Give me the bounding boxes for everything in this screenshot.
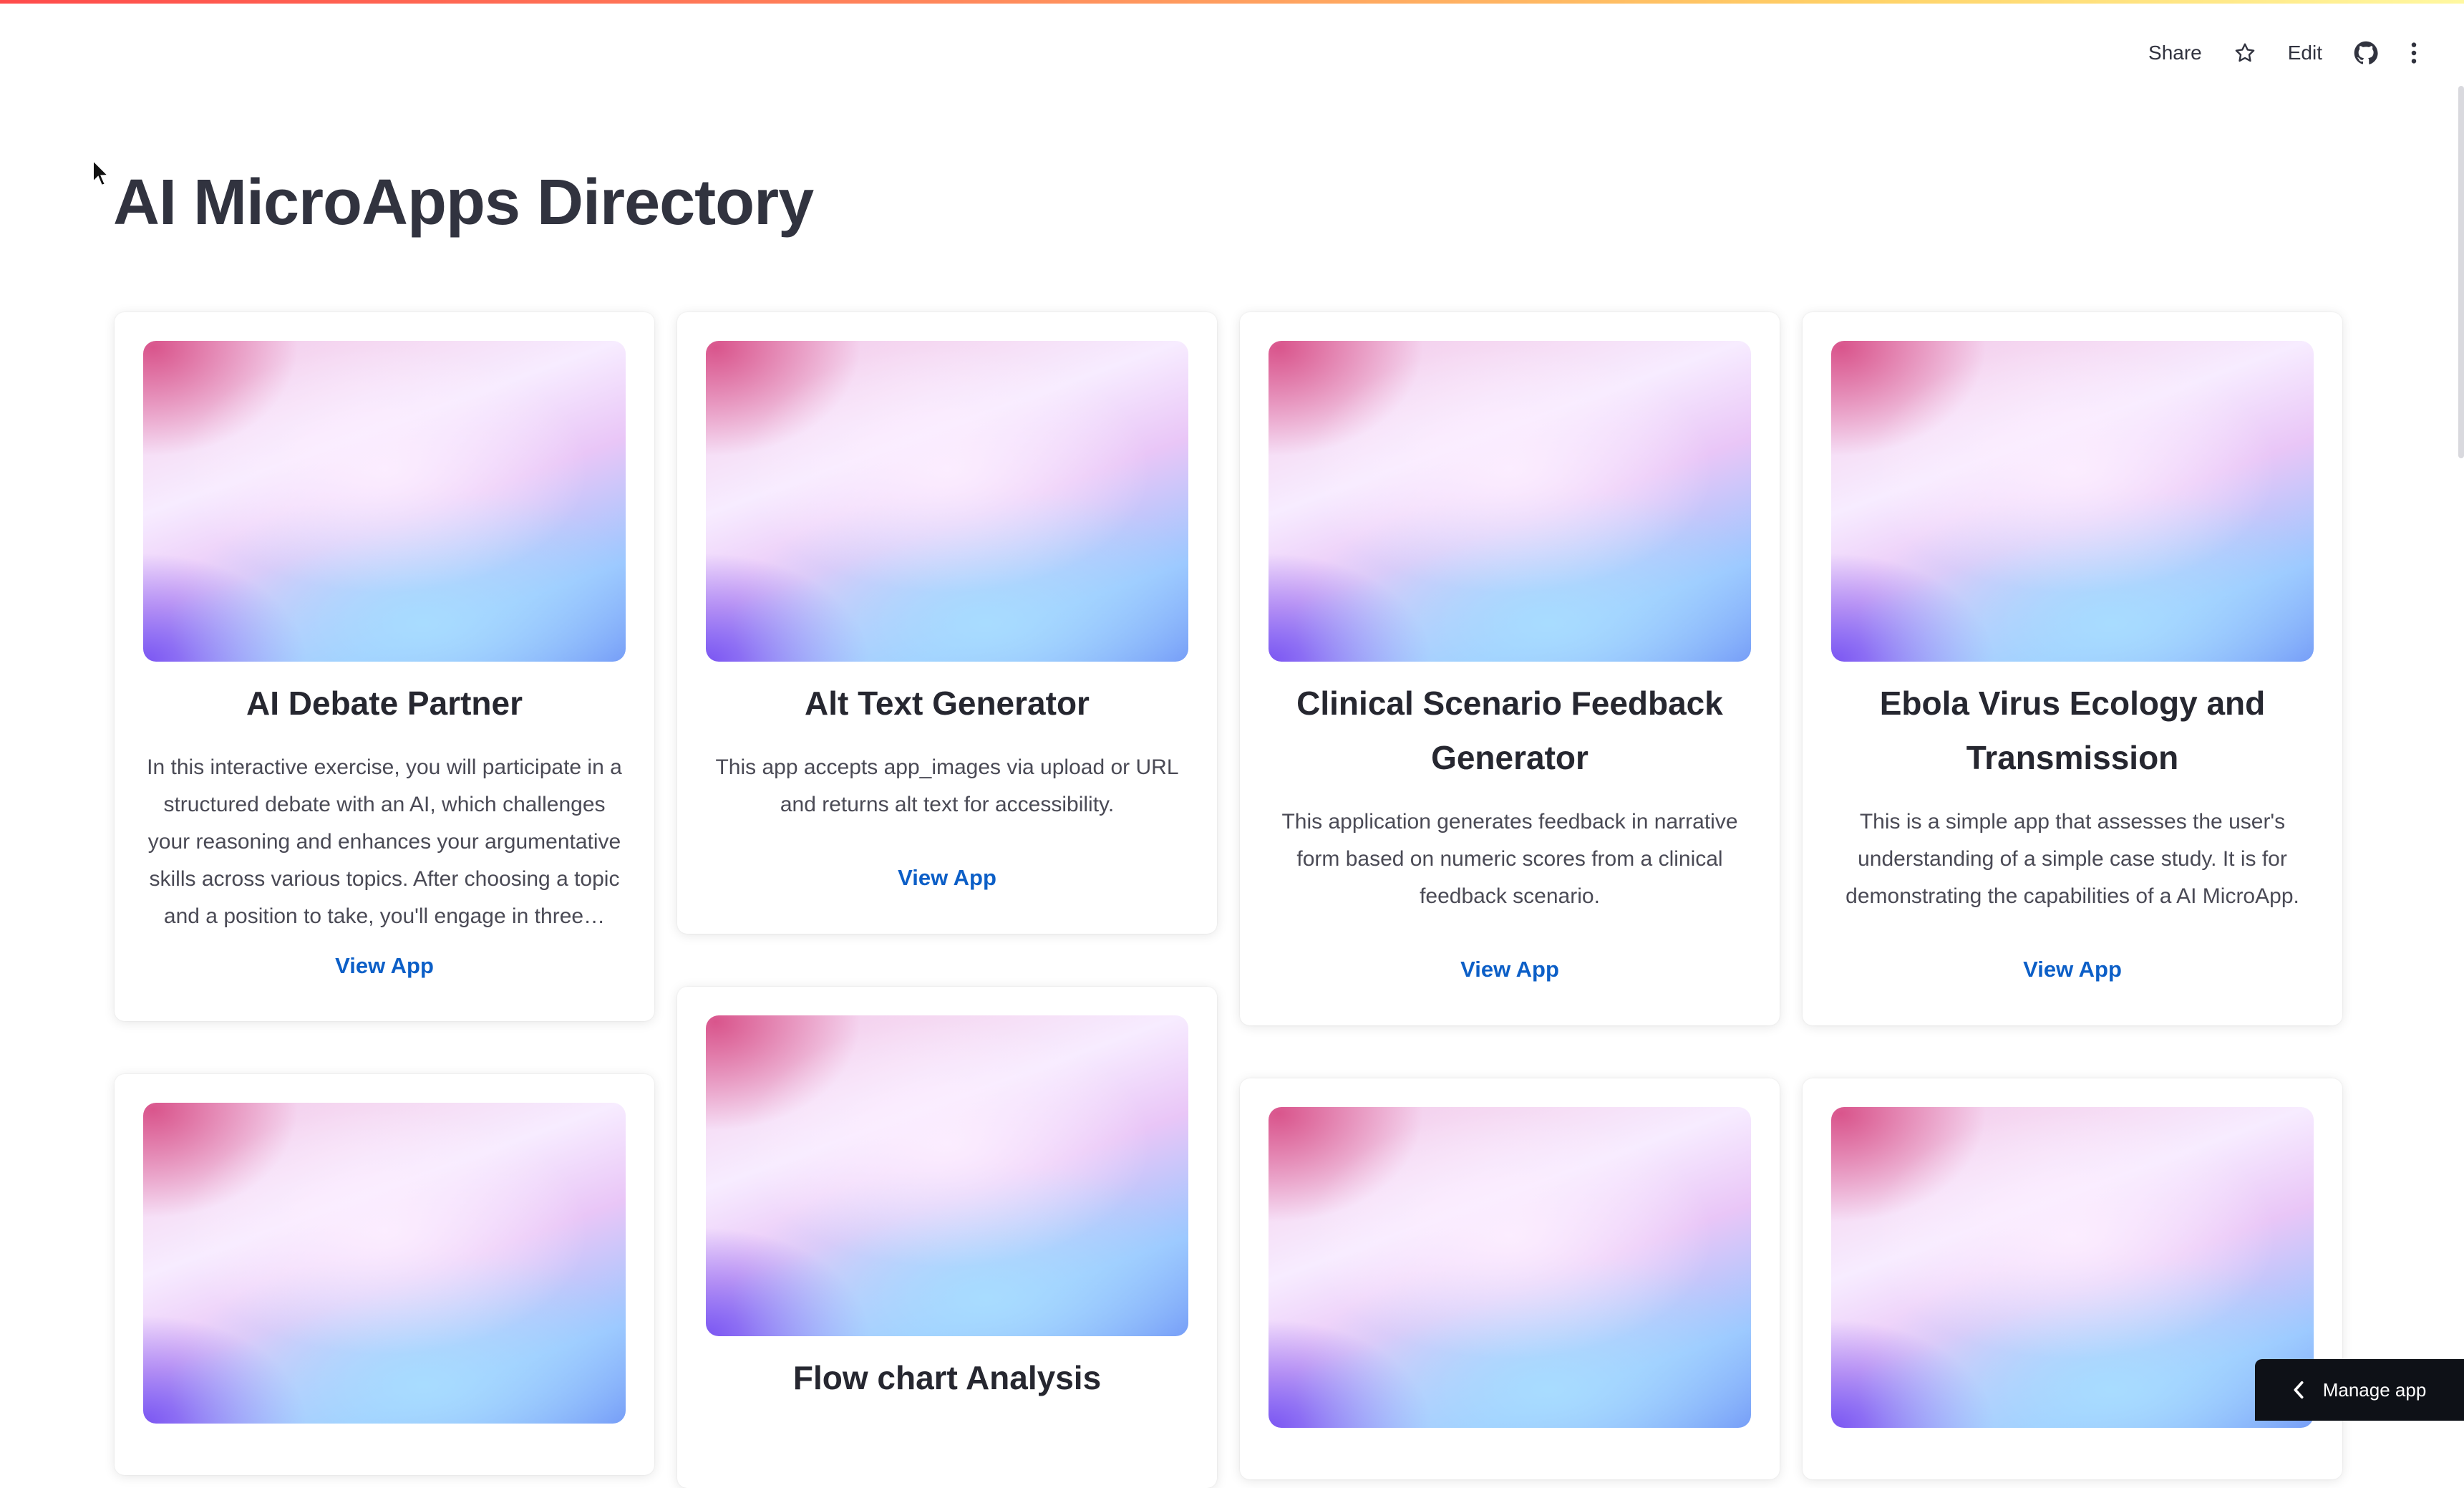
app-card	[115, 1074, 654, 1475]
app-thumbnail	[1269, 341, 1751, 662]
mouse-cursor-icon	[92, 159, 110, 187]
view-app-link[interactable]: View App	[1240, 957, 1780, 982]
card-title: Clinical Scenario Feedback Generator	[1296, 685, 1723, 776]
view-app-link[interactable]: View App	[1803, 957, 2342, 982]
more-menu-button[interactable]	[2410, 34, 2418, 72]
app-card	[1240, 1078, 1780, 1479]
app-toolbar: Share Edit	[2148, 34, 2418, 72]
app-card: Ebola Virus Ecology and Transmission Thi…	[1803, 312, 2342, 1025]
share-button[interactable]: Share	[2148, 34, 2202, 72]
view-app-link[interactable]: View App	[115, 953, 654, 979]
app-card: Clinical Scenario Feedback Generator Thi…	[1240, 312, 1780, 1025]
app-card: AI Debate Partner In this interactive ex…	[115, 312, 654, 1021]
page-scrollbar[interactable]	[2458, 86, 2464, 458]
top-accent-bar	[0, 0, 2464, 4]
card-title: Ebola Virus Ecology and Transmission	[1879, 685, 2266, 776]
chevron-left-icon	[2294, 1381, 2304, 1399]
app-thumbnail	[1831, 341, 2314, 662]
view-app-link[interactable]: View App	[677, 865, 1217, 891]
app-card: Alt Text Generator This app accepts app_…	[677, 312, 1217, 934]
github-button[interactable]	[2354, 34, 2378, 72]
card-description: In this interactive exercise, you will p…	[147, 755, 622, 928]
card-description: This application generates feedback in n…	[1281, 810, 1738, 908]
app-thumbnail	[706, 341, 1188, 662]
app-card: Flow chart Analysis	[677, 987, 1217, 1488]
more-vertical-icon	[2411, 42, 2417, 64]
card-description: This app accepts app_images via upload o…	[715, 755, 1179, 816]
card-title: Alt Text Generator	[805, 685, 1090, 722]
app-thumbnail	[1269, 1107, 1751, 1428]
edit-button[interactable]: Edit	[2288, 34, 2322, 72]
card-title: AI Debate Partner	[246, 685, 523, 722]
star-button[interactable]	[2233, 34, 2256, 72]
star-icon	[2235, 43, 2255, 62]
card-title: Flow chart Analysis	[792, 1359, 1102, 1396]
app-thumbnail	[1831, 1107, 2314, 1428]
page-title: AI MicroApps Directory	[113, 167, 814, 238]
github-icon	[2354, 41, 2378, 64]
manage-app-label: Manage app	[2322, 1378, 2427, 1401]
app-thumbnail	[143, 1103, 626, 1424]
app-thumbnail	[143, 341, 626, 662]
card-description: This is a simple app that assesses the u…	[1845, 810, 2299, 908]
manage-app-button[interactable]: Manage app	[2255, 1359, 2464, 1421]
app-thumbnail	[706, 1015, 1188, 1336]
